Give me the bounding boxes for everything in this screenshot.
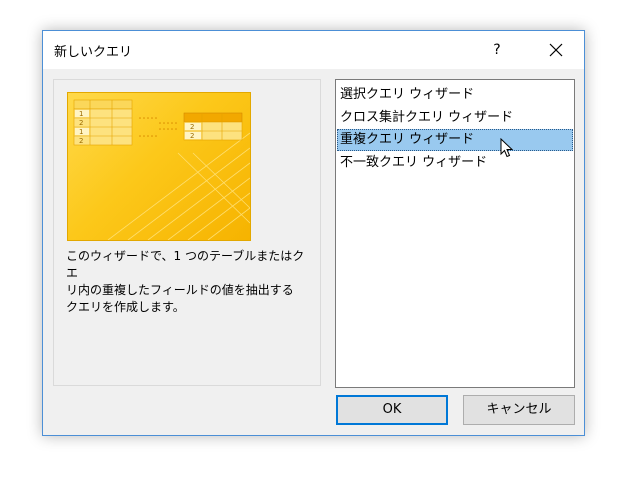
wizard-listbox[interactable]: 選択クエリ ウィザード クロス集計クエリ ウィザード 重複クエリ ウィザード 不…	[335, 79, 575, 388]
cancel-button[interactable]: キャンセル	[463, 395, 575, 425]
mouse-cursor-icon	[500, 138, 514, 158]
window-title: 新しいクエリ	[54, 45, 133, 60]
left-row-2: 2	[79, 119, 83, 127]
right-table-illustration: 2 2	[183, 112, 243, 141]
list-item-find-duplicates-query-wizard[interactable]: 重複クエリ ウィザード	[337, 129, 573, 151]
wizard-description: このウィザードで、1 つのテーブルまたはクエ リ内の重複したフィールドの値を抽出…	[66, 249, 305, 314]
left-row-3: 1	[79, 128, 83, 136]
list-item-find-unmatched-query-wizard[interactable]: 不一致クエリ ウィザード	[337, 152, 573, 174]
title-bar: 新しいクエリ ?	[43, 31, 584, 69]
right-row-2: 2	[190, 132, 194, 140]
wizard-info-panel: 1 2 1 2 2 2 このウィザードで、1 つのテーブルまたはクエ リ内の重複…	[53, 79, 321, 386]
ok-button[interactable]: OK	[336, 395, 448, 425]
duplicate-query-illustration: 1 2 1 2 2 2	[73, 99, 250, 240]
list-item-crosstab-query-wizard[interactable]: クロス集計クエリ ウィザード	[337, 107, 573, 129]
close-icon	[549, 43, 563, 57]
left-table-illustration: 1 2 1 2	[73, 99, 133, 146]
left-row-1: 1	[79, 110, 83, 118]
close-button[interactable]	[534, 31, 578, 69]
help-button[interactable]: ?	[479, 31, 515, 69]
wizard-preview-image: 1 2 1 2 2 2	[67, 92, 251, 241]
list-item-select-query-wizard[interactable]: 選択クエリ ウィザード	[337, 84, 573, 106]
right-row-1: 2	[190, 123, 194, 131]
left-row-4: 2	[79, 137, 83, 145]
new-query-dialog: 新しいクエリ ? 1 2 1 2 2 2 このウィザードで、1 つのテーブルまた…	[42, 30, 585, 436]
